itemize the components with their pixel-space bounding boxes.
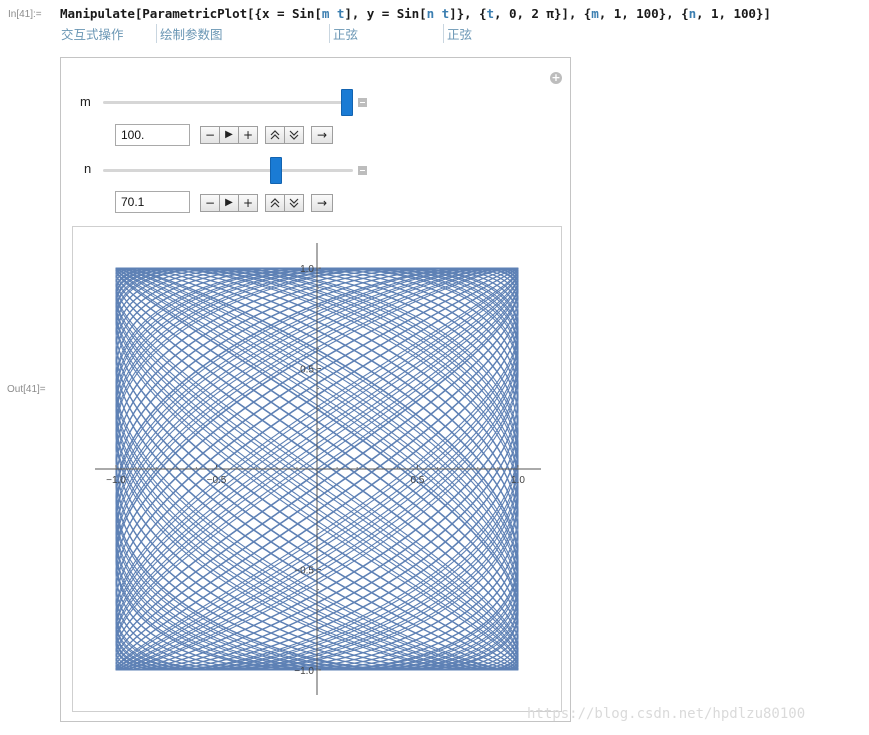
code-var-t: t: [441, 6, 450, 21]
slider-track-m[interactable]: [103, 101, 353, 104]
code-var-n: n: [426, 6, 435, 21]
manipulate-panel: + m 100. − ▶ + → n 70.1 − ▶ + → −1.0 −0.5…: [60, 57, 571, 722]
slider-thumb-m[interactable]: [341, 89, 353, 116]
code-part: , 1, 100}]: [696, 6, 771, 21]
x-tick-label: −0.5: [207, 475, 227, 486]
hint-parametricplot: 绘制参数图: [156, 24, 223, 43]
x-tick-label: 0.5: [411, 475, 425, 486]
y-tick-label: −0.5: [294, 566, 314, 577]
code-part: ]}, {: [449, 6, 487, 21]
collapse-m-icon[interactable]: [358, 98, 367, 107]
collapse-n-icon[interactable]: [358, 166, 367, 175]
slower-m-icon[interactable]: [284, 126, 304, 144]
animation-controls-n: − ▶ + →: [200, 194, 333, 212]
decrement-n-icon[interactable]: −: [200, 194, 220, 212]
code-part: , 1, 100}, {: [598, 6, 689, 21]
code-var-n: n: [688, 6, 697, 21]
value-field-m[interactable]: 100.: [115, 124, 190, 146]
increment-n-icon[interactable]: +: [238, 194, 258, 212]
increment-m-icon[interactable]: +: [238, 126, 258, 144]
output-cell-label: Out[41]=: [7, 384, 46, 395]
hint-sin-1: 正弦: [329, 24, 358, 43]
slider-track-n[interactable]: [103, 169, 353, 172]
input-code[interactable]: Manipulate[ParametricPlot[{x = Sin[ m t],…: [60, 6, 771, 21]
watermark: https://blog.csdn.net/hpdlzu80100: [527, 706, 806, 722]
faster-m-icon[interactable]: [265, 126, 285, 144]
direction-n-icon[interactable]: →: [311, 194, 333, 212]
hint-manipulate: 交互式操作: [61, 27, 124, 42]
y-tick-label: 1.0: [300, 264, 314, 275]
play-m-icon[interactable]: ▶: [219, 126, 239, 144]
code-var-t: t: [486, 6, 495, 21]
code-part: ], y = Sin[: [344, 6, 427, 21]
input-cell-label: In[41]:=: [8, 9, 42, 20]
options-plus-icon[interactable]: +: [550, 72, 562, 84]
y-tick-label: −1.0: [294, 666, 314, 677]
plot-frame: −1.0 −0.5 0.5 1.0 1.0 0.5 −0.5 −1.0: [72, 226, 562, 712]
code-part: , 0, 2 π}], {: [494, 6, 592, 21]
slider-thumb-n[interactable]: [269, 157, 282, 184]
slower-n-icon[interactable]: [284, 194, 304, 212]
value-field-n[interactable]: 70.1: [115, 191, 190, 213]
x-tick-label: −1.0: [106, 475, 126, 486]
parametric-plot[interactable]: −1.0 −0.5 0.5 1.0 1.0 0.5 −0.5 −1.0: [73, 227, 561, 711]
code-var-m: m: [591, 6, 599, 21]
hint-sin-2: 正弦: [443, 24, 472, 43]
decrement-m-icon[interactable]: −: [200, 126, 220, 144]
control-label-m: m: [80, 94, 91, 109]
faster-n-icon[interactable]: [265, 194, 285, 212]
code-hints: 交互式操作 绘制参数图 正弦 正弦: [0, 24, 869, 43]
x-tick-label: 1.0: [511, 475, 525, 486]
code-part: Manipulate[ParametricPlot[{x = Sin[: [60, 6, 322, 21]
play-n-icon[interactable]: ▶: [219, 194, 239, 212]
animation-controls-m: − ▶ + →: [200, 126, 333, 144]
y-tick-label: 0.5: [300, 365, 314, 376]
control-label-n: n: [84, 161, 92, 176]
direction-m-icon[interactable]: →: [311, 126, 333, 144]
